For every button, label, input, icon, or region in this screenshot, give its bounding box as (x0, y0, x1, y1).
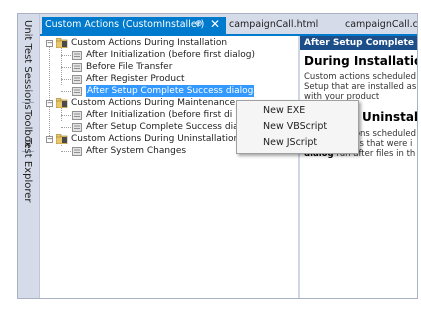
tree-item-before-file-transfer[interactable]: Before File Transfer (72, 61, 172, 73)
context-menu: New EXE New VBScript New JScript (236, 100, 359, 154)
tree-group-label: Custom Actions During Installation (71, 38, 228, 48)
tab-custom-actions[interactable]: Custom Actions (CustomInstaller) ⊕ ✕ (42, 17, 226, 34)
tree-group-label: Custom Actions During Maintenance (71, 98, 236, 108)
tree-item-maint-after-initialization[interactable]: After Initialization (before first di (72, 109, 232, 121)
menu-item-new-jscript[interactable]: New JScript (263, 137, 317, 148)
tree-connector (61, 79, 71, 80)
tree-item-maint-after-setup-complete[interactable]: After Setup Complete Success dia (72, 121, 239, 133)
custom-action-item-icon (72, 147, 82, 156)
collapse-icon[interactable]: − (46, 100, 53, 107)
tab-custom-actions-label: Custom Actions (CustomInstaller) (45, 19, 205, 30)
tree-group-label: Custom Actions During Uninstallation (71, 134, 240, 144)
custom-actions-folder-icon (56, 134, 68, 144)
tab-campaigncall-html[interactable]: campaignCall.html (229, 19, 318, 30)
help-pane: After Setup Complete S During Installati… (300, 36, 417, 298)
tree-item-after-system-changes[interactable]: After System Changes (72, 145, 186, 157)
menu-item-new-vbscript[interactable]: New VBScript (263, 121, 327, 132)
help-heading-during-installation: During Installation (304, 54, 417, 68)
tree-item-after-setup-complete-selected[interactable]: After Setup Complete Success dialog (72, 85, 255, 97)
tree-item-label: After Setup Complete Success dia (86, 122, 239, 132)
tree-item-after-initialization[interactable]: After Initialization (before first dialo… (72, 49, 255, 61)
custom-actions-folder-icon (56, 38, 68, 48)
tree-item-label: After Initialization (before first di (86, 110, 233, 120)
tree-connector (61, 67, 71, 68)
pin-icon[interactable]: ⊕ (195, 19, 203, 29)
custom-action-item-icon (72, 123, 82, 132)
help-title-bar: After Setup Complete S (300, 36, 417, 50)
tree-connector (49, 46, 50, 136)
help-paragraph-line: Custom actions scheduled (304, 72, 417, 82)
help-heading-uninstallation: Uninstallati (362, 110, 417, 124)
collapse-icon[interactable]: − (46, 136, 53, 143)
dock-tab-unit-test-sessions[interactable]: Unit Test Sessions (21, 16, 34, 114)
custom-actions-folder-icon (56, 98, 68, 108)
tree-connector (61, 115, 71, 116)
tree-group-installation[interactable]: − Custom Actions During Installation (44, 37, 227, 49)
tree-connector (61, 127, 71, 128)
help-paragraph-line: Setup that are installed as p (304, 82, 417, 92)
tree-connector (61, 55, 71, 56)
dock-separator (22, 102, 34, 103)
tree-group-uninstallation[interactable]: − Custom Actions During Uninstallation (44, 133, 239, 145)
tree-item-label: After Initialization (before first dialo… (86, 50, 255, 60)
left-dock-bar: Unit Test Sessions Toolbox Test Explorer (18, 14, 40, 298)
tree-item-after-register-product[interactable]: After Register Product (72, 73, 185, 85)
screenshot-canvas: Unit Test Sessions Toolbox Test Explorer… (0, 0, 421, 324)
tree-connector (61, 91, 71, 92)
close-icon[interactable]: ✕ (210, 17, 220, 31)
menu-item-new-exe[interactable]: New EXE (263, 105, 305, 116)
tree-item-label: After Register Product (86, 74, 185, 84)
custom-action-item-icon (72, 75, 82, 84)
tree-item-label: Before File Transfer (86, 62, 173, 72)
tree-item-label: After Setup Complete Success dialog (86, 85, 255, 97)
custom-action-item-icon (72, 87, 82, 96)
custom-action-item-icon (72, 51, 82, 60)
custom-action-item-icon (72, 111, 82, 120)
tree-group-maintenance[interactable]: − Custom Actions During Maintenance (44, 97, 235, 109)
document-tab-strip: Custom Actions (CustomInstaller) ⊕ ✕ cam… (40, 14, 417, 34)
tab-campaigncall-c[interactable]: campaignCall.c (345, 19, 417, 30)
custom-action-item-icon (72, 63, 82, 72)
tree-item-label: After System Changes (86, 146, 187, 156)
tree-connector (61, 151, 71, 152)
collapse-icon[interactable]: − (46, 40, 53, 47)
custom-actions-tree: − Custom Actions During Installation Aft… (40, 36, 298, 298)
dock-tab-test-explorer[interactable]: Test Explorer (21, 134, 34, 207)
ide-window: Unit Test Sessions Toolbox Test Explorer… (17, 13, 418, 299)
